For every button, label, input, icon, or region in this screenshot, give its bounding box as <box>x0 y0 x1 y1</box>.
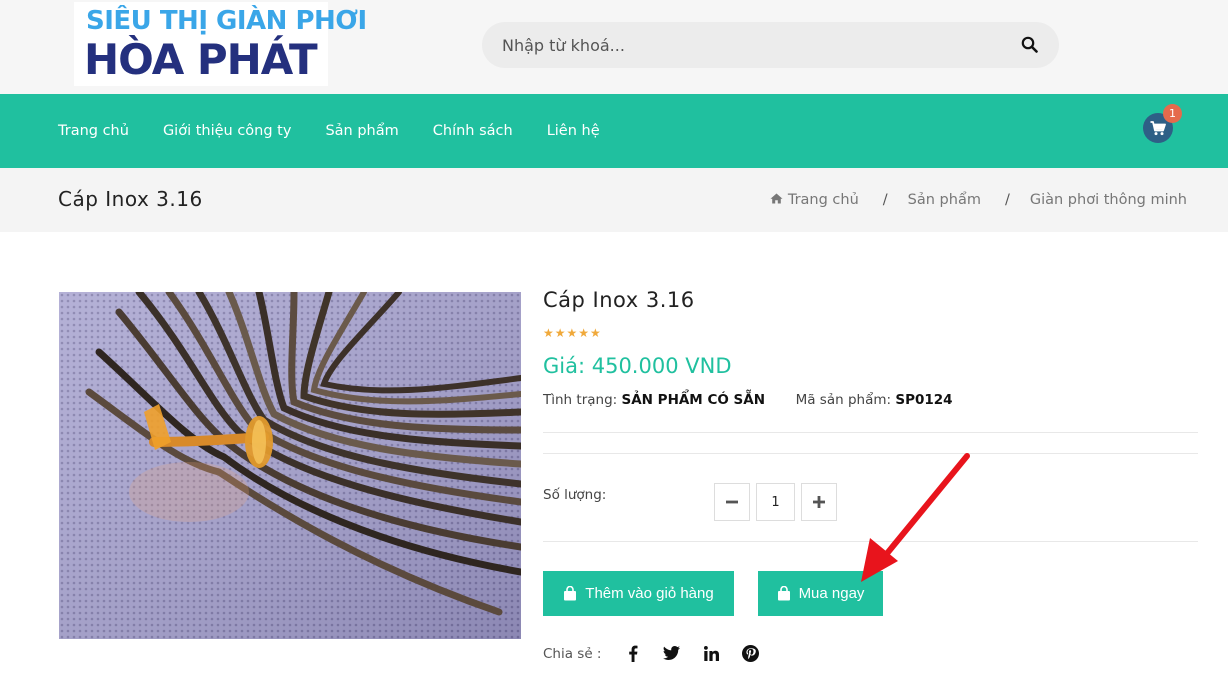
breadcrumb-separator: / <box>882 192 888 208</box>
plus-icon <box>813 496 825 508</box>
shopping-bag-icon <box>777 586 790 601</box>
breadcrumb-products[interactable]: Sản phẩm <box>908 192 981 208</box>
sku-value: SP0124 <box>895 392 953 408</box>
breadcrumb-separator: / <box>1004 192 1010 208</box>
divider <box>543 432 1198 433</box>
minus-icon <box>726 500 738 504</box>
twitter-icon[interactable] <box>662 644 680 662</box>
rating-stars: ★★★★★ <box>543 326 602 340</box>
nav-item-about[interactable]: Giới thiệu công ty <box>163 123 292 139</box>
pinterest-icon[interactable] <box>741 644 759 662</box>
status-label: Tình trạng: <box>543 392 618 408</box>
cart-icon <box>1150 121 1166 136</box>
buy-now-label: Mua ngay <box>798 585 865 602</box>
site-logo[interactable]: SIÊU THỊ GIÀN PHƠI HÒA PHÁT <box>74 2 367 86</box>
nav-item-products[interactable]: Sản phẩm <box>325 123 398 139</box>
quantity-label: Số lượng: <box>543 487 607 503</box>
divider <box>543 541 1198 542</box>
add-to-cart-button[interactable]: Thêm vào giỏ hàng <box>543 571 734 616</box>
nav-item-home[interactable]: Trang chủ <box>58 123 129 139</box>
nav-item-policy[interactable]: Chính sách <box>433 123 513 139</box>
nav-item-contact[interactable]: Liên hệ <box>547 123 600 139</box>
facebook-icon[interactable] <box>624 644 642 662</box>
search-input[interactable] <box>482 22 1002 68</box>
quantity-increase-button[interactable] <box>801 483 837 521</box>
search-icon[interactable] <box>1021 36 1039 54</box>
product-name: Cáp Inox 3.16 <box>543 288 695 312</box>
breadcrumb-category[interactable]: Giàn phơi thông minh <box>1030 192 1187 208</box>
breadcrumb-home[interactable]: Trang chủ <box>788 192 859 208</box>
status-value: SẢN PHẨM CÓ SẴN <box>621 392 766 408</box>
breadcrumb: Trang chủ / Sản phẩm / Giàn phơi thông m… <box>770 192 1187 208</box>
breadcrumb-bar: Cáp Inox 3.16 Trang chủ / Sản phẩm / Già… <box>0 168 1228 232</box>
cart-count-badge: 1 <box>1163 104 1182 123</box>
search-box <box>482 22 1059 68</box>
product-price: Giá: 450.000 VND <box>543 354 732 378</box>
add-to-cart-label: Thêm vào giỏ hàng <box>585 585 714 602</box>
shopping-bag-icon <box>564 586 577 601</box>
share-label: Chia sẻ : <box>543 646 602 662</box>
quantity-input[interactable]: 1 <box>756 483 795 521</box>
home-icon <box>770 192 783 208</box>
main-nav: Trang chủ Giới thiệu công ty Sản phẩm Ch… <box>0 94 1228 168</box>
logo-line2: HÒA PHÁT <box>84 35 318 84</box>
header-bar: SIÊU THỊ GIÀN PHƠI HÒA PHÁT <box>0 0 1228 94</box>
sku-label: Mã sản phẩm: <box>795 392 892 408</box>
logo-line1: SIÊU THỊ GIÀN PHƠI <box>86 6 367 36</box>
divider <box>543 453 1198 454</box>
product-meta: Tình trạng: SẢN PHẨM CÓ SẴN Mã sản phẩm:… <box>543 392 953 408</box>
product-image[interactable] <box>59 292 521 639</box>
quantity-decrease-button[interactable] <box>714 483 750 521</box>
page-title: Cáp Inox 3.16 <box>58 187 203 211</box>
buy-now-button[interactable]: Mua ngay <box>758 571 883 616</box>
linkedin-icon[interactable] <box>702 644 720 662</box>
